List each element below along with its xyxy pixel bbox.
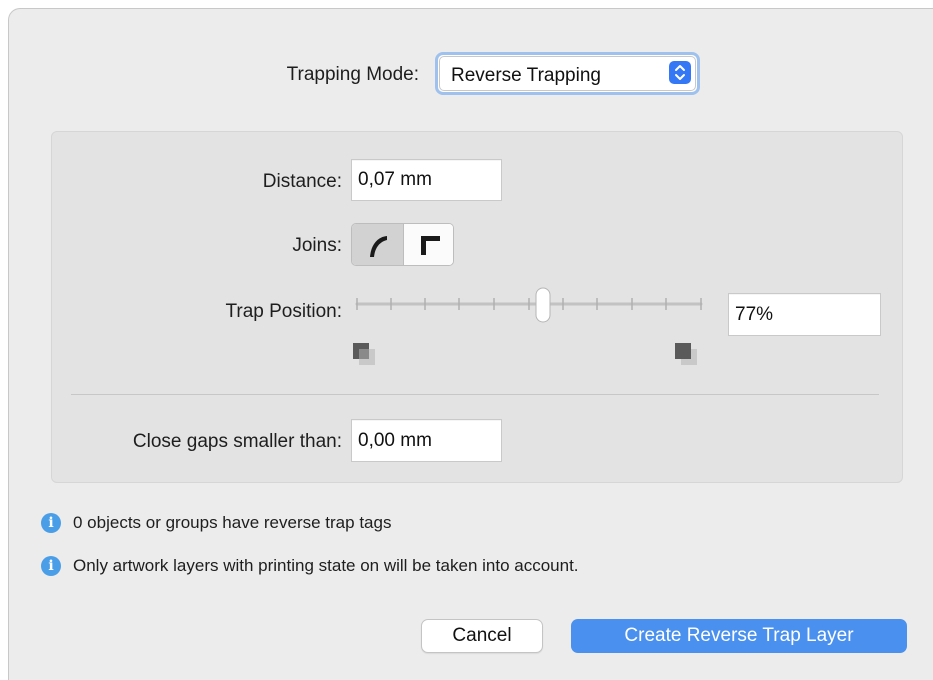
trap-position-field[interactable]: 77%: [728, 293, 881, 336]
trapping-mode-label: Trapping Mode:: [286, 64, 419, 85]
trap-inside-icon: [351, 341, 377, 367]
joins-label: Joins:: [292, 235, 342, 256]
info-icon: i: [41, 556, 61, 576]
info-message: 0 objects or groups have reverse trap ta…: [73, 513, 392, 532]
close-gaps-label: Close gaps smaller than:: [132, 431, 342, 452]
up-down-chevron-icon[interactable]: [669, 61, 691, 84]
distance-field[interactable]: 0,07 mm: [351, 159, 502, 201]
round-join-button[interactable]: [352, 224, 404, 265]
joins-segmented-control: [351, 223, 454, 266]
cancel-button[interactable]: Cancel: [421, 619, 543, 653]
miter-join-icon: [421, 236, 440, 255]
round-join-icon: [370, 236, 387, 257]
create-reverse-trap-layer-button[interactable]: Create Reverse Trap Layer: [571, 619, 907, 653]
distance-label: Distance:: [262, 171, 342, 192]
trap-position-label: Trap Position:: [225, 301, 342, 322]
trap-position-slider[interactable]: [351, 287, 707, 327]
trapping-dialog: Trapping Mode: Reverse Trapping Distance…: [8, 8, 933, 680]
close-gaps-field[interactable]: 0,00 mm: [351, 419, 502, 462]
trapping-mode-value: Reverse Trapping: [451, 65, 601, 86]
group-separator: [71, 394, 879, 395]
miter-join-button[interactable]: [404, 224, 453, 265]
info-icon: i: [41, 513, 61, 533]
trap-outside-icon: [673, 341, 699, 367]
info-message: Only artwork layers with printing state …: [73, 556, 579, 575]
trapping-mode-popup[interactable]: Reverse Trapping: [435, 52, 700, 95]
